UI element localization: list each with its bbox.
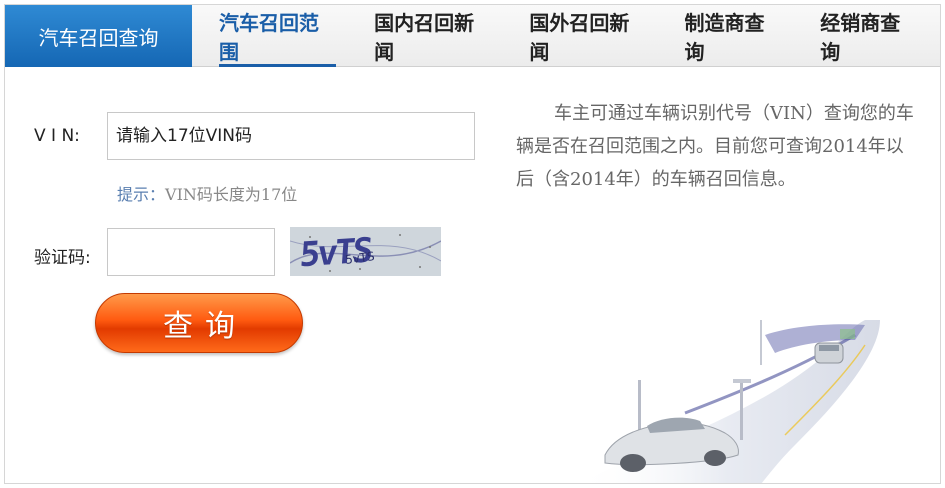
vin-hint: 提示：VIN码长度为17位 [117,181,297,205]
recall-description: 车主可通过车辆识别代号（VIN）查询您的车辆是否在召回范围之内。目前您可查询20… [516,103,914,190]
brand-title: 汽车召回查询 [5,5,192,67]
captcha-label: 验证码: [34,248,91,268]
hint-prefix: 提示： [117,185,166,204]
tab-manufacturer-query[interactable]: 制造商查询 [671,5,782,67]
vin-label: V I N: [34,126,80,146]
car-icon [814,342,844,364]
tab-foreign-news[interactable]: 国外召回新闻 [515,5,645,67]
tab-dealer-query[interactable]: 经销商查询 [806,5,917,67]
page-frame: 汽车召回查询 汽车召回范围 国内召回新闻 国外召回新闻 制造商查询 经销商查询 … [4,4,941,484]
vin-input[interactable] [107,112,475,160]
hint-text: VIN码长度为17位 [165,185,298,204]
captcha-input[interactable] [107,228,275,276]
captcha-image[interactable]: 5vTS 5vTS [290,227,441,276]
tab-domestic-news[interactable]: 国内召回新闻 [360,5,490,67]
header-bar: 汽车召回查询 汽车召回范围 国内召回新闻 国外召回新闻 制造商查询 经销商查询 [5,5,940,67]
nav-tabs: 汽车召回范围 国内召回新闻 国外召回新闻 制造商查询 经销商查询 [205,5,940,67]
highway-car-illustration [579,320,880,483]
tab-recall-scope[interactable]: 汽车召回范围 [205,5,337,67]
query-button[interactable]: 查询 [95,293,303,353]
